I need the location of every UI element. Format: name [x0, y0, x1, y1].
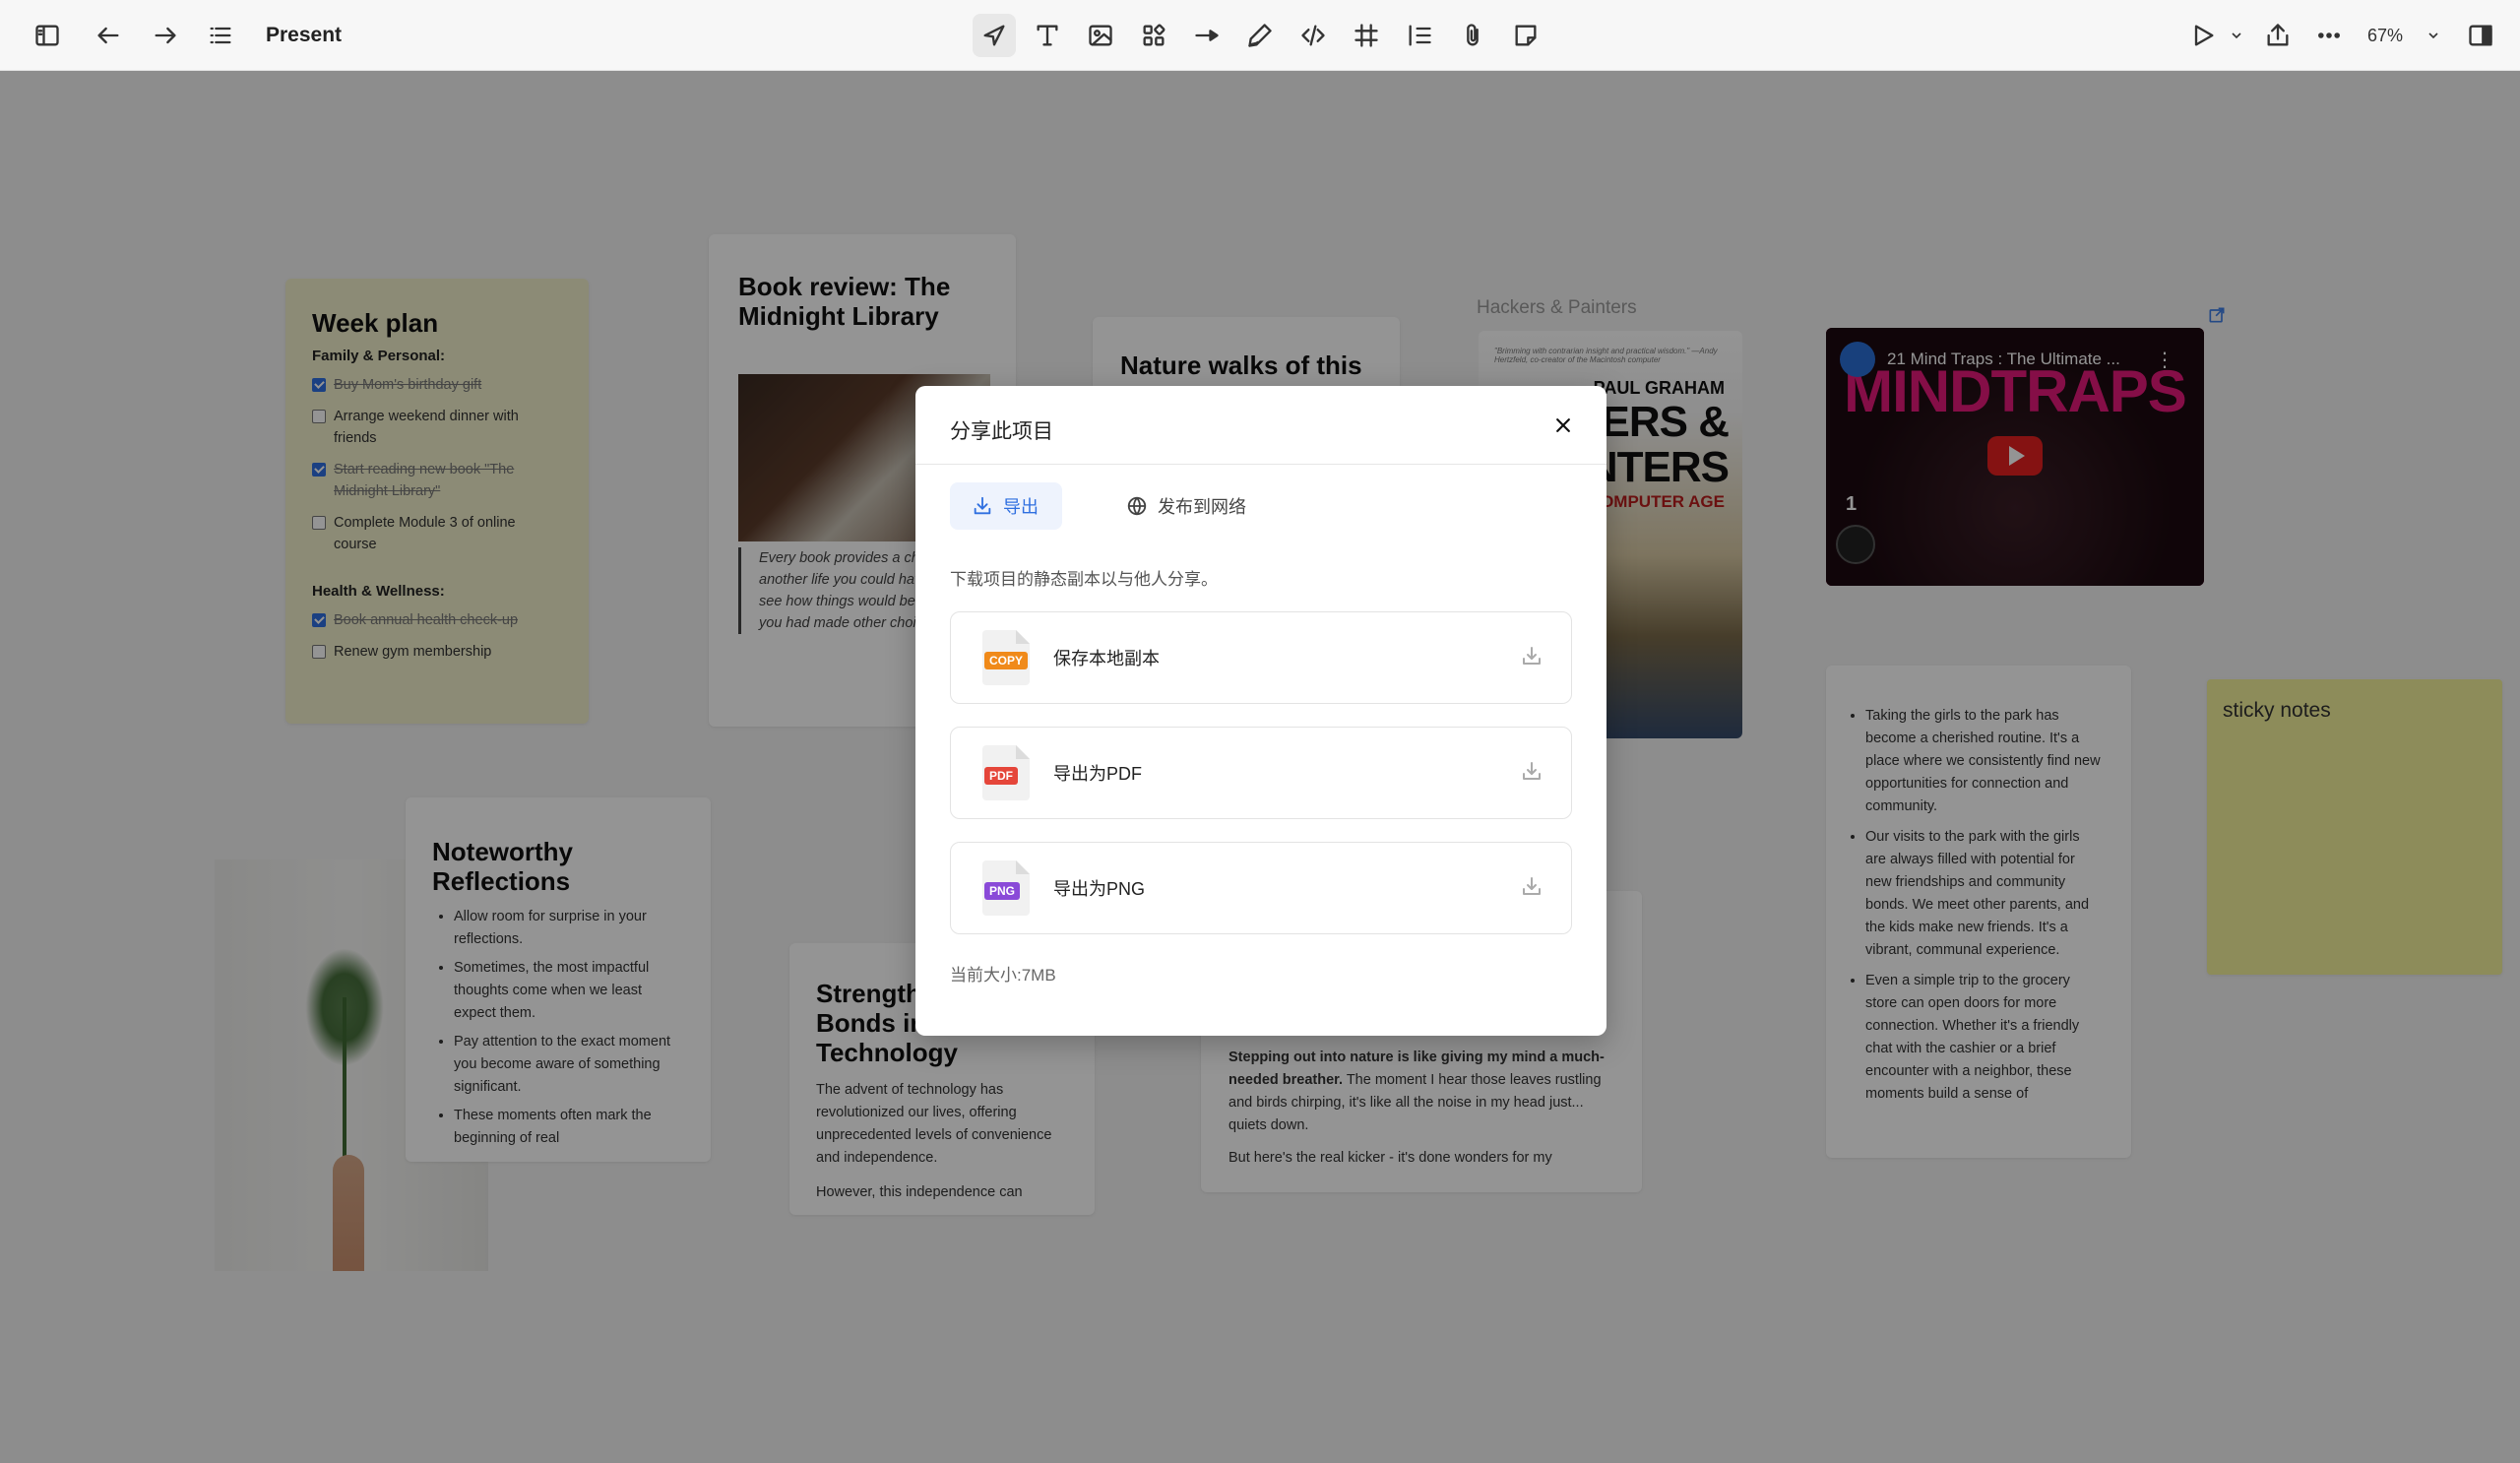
download-icon[interactable] [1520, 644, 1544, 672]
save-local-copy-option[interactable]: COPY 保存本地副本 [950, 611, 1572, 704]
frame-grid-icon[interactable] [1345, 14, 1388, 57]
png-file-icon: PNG [982, 860, 1030, 916]
select-cursor-icon[interactable] [973, 14, 1016, 57]
download-icon[interactable] [1520, 759, 1544, 788]
export-description: 下载项目的静态副本以与他人分享。 [950, 570, 1218, 589]
option-label: 保存本地副本 [1053, 649, 1160, 668]
indent-list-icon[interactable] [1398, 14, 1441, 57]
export-pdf-option[interactable]: PDF 导出为PDF [950, 727, 1572, 819]
globe-icon [1127, 496, 1147, 516]
tab-publish-web[interactable]: 发布到网络 [1102, 482, 1270, 530]
option-label: 导出为PNG [1053, 879, 1146, 899]
share-dialog-title: 分享此项目 [950, 420, 1053, 443]
board-title[interactable]: Present [266, 24, 342, 47]
attachment-clip-icon[interactable] [1451, 14, 1494, 57]
more-options-icon[interactable] [2307, 14, 2351, 57]
top-toolbar: Present 67% [0, 0, 2520, 71]
option-label: 导出为PDF [1053, 764, 1142, 784]
share-export-icon[interactable] [2256, 14, 2300, 57]
zoom-level[interactable]: 67% [2367, 26, 2403, 46]
draw-pen-icon[interactable] [1238, 14, 1282, 57]
right-panel-toggle-icon[interactable] [2459, 14, 2502, 57]
text-tool-icon[interactable] [1026, 14, 1069, 57]
sticky-note-icon[interactable] [1504, 14, 1547, 57]
download-icon [974, 496, 991, 515]
image-tool-icon[interactable] [1079, 14, 1122, 57]
back-arrow-icon[interactable] [87, 14, 130, 57]
close-icon[interactable] [1547, 410, 1579, 441]
outline-list-icon[interactable] [199, 14, 242, 57]
sidebar-toggle-icon[interactable] [26, 14, 69, 57]
tab-publish-label: 发布到网络 [1158, 497, 1246, 517]
forward-arrow-icon[interactable] [144, 14, 187, 57]
download-icon[interactable] [1520, 874, 1544, 903]
zoom-chevron-down-icon[interactable] [2422, 22, 2445, 49]
pdf-file-icon: PDF [982, 745, 1030, 800]
copy-file-icon: COPY [982, 630, 1030, 685]
play-present-icon[interactable] [2181, 14, 2225, 57]
current-size-text: 当前大小:7MB [950, 966, 1056, 985]
arrow-tool-icon[interactable] [1185, 14, 1228, 57]
code-icon[interactable] [1292, 14, 1335, 57]
tab-export[interactable]: 导出 [950, 482, 1062, 530]
tab-export-label: 导出 [1003, 497, 1039, 517]
widgets-icon[interactable] [1132, 14, 1175, 57]
present-options-chevron-down-icon[interactable] [2225, 22, 2248, 49]
share-dialog-header: 分享此项目 [915, 386, 1606, 465]
export-png-option[interactable]: PNG 导出为PNG [950, 842, 1572, 934]
share-dialog: 分享此项目 导出 发布到网络 下载项目的静态副本以与他人分享。 COPY 保存本… [915, 386, 1606, 1036]
